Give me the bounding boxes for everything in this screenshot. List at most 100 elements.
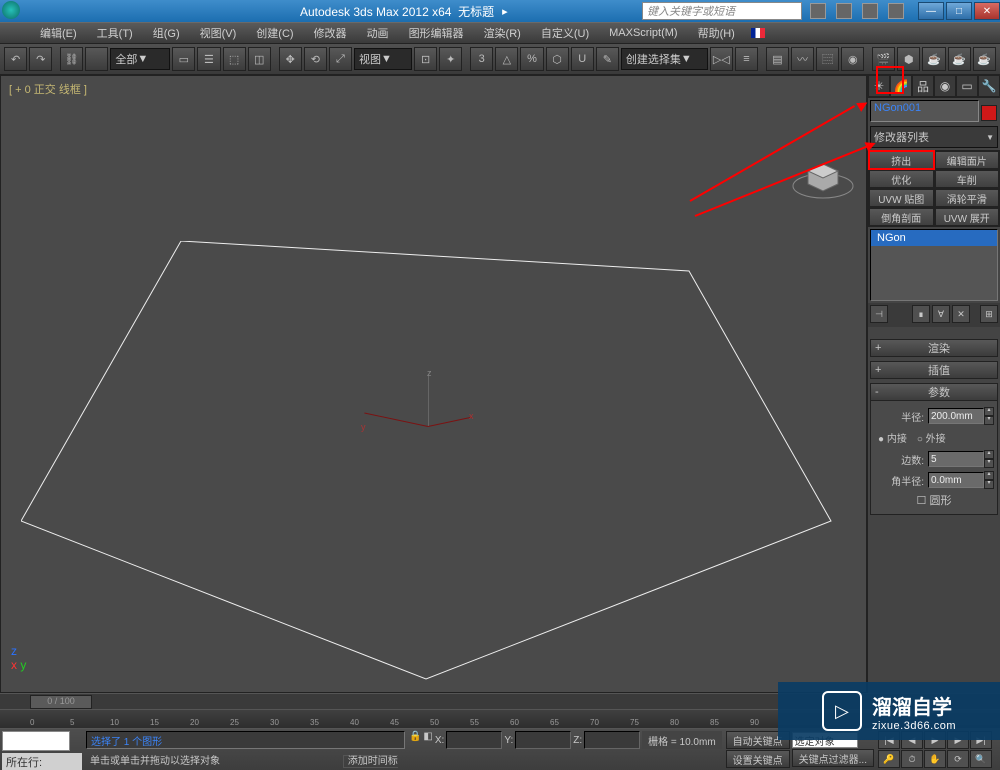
material-button[interactable]: ◉ [841,47,864,71]
tab-display[interactable]: ▭ [956,75,978,97]
rotate-button[interactable]: ⟲ [304,47,327,71]
modifier-list-dropdown[interactable]: 修改器列表 [870,126,998,148]
menu-view[interactable]: 视图(V) [190,23,247,43]
corner-input[interactable] [928,472,984,488]
undo-button[interactable]: ↶ [4,47,27,71]
spinner-snap-button[interactable]: ⬡ [546,47,569,71]
help-icon[interactable] [810,3,826,19]
isolate-icon[interactable]: ◧ [423,731,432,749]
rollup-render[interactable]: 渲染 [870,339,998,357]
radius-input[interactable] [928,408,984,424]
menu-create[interactable]: 创建(C) [246,23,303,43]
star-icon[interactable] [836,3,852,19]
ngon-shape[interactable] [21,241,841,701]
modifier-stack[interactable]: NGon [870,229,998,301]
align-button[interactable]: ≡ [735,47,758,71]
setkey-button[interactable]: 设置关键点 [726,750,790,768]
viewcube[interactable] [788,136,858,206]
show-end-button[interactable]: ∎ [912,305,930,323]
scale-button[interactable]: ⤢ [329,47,352,71]
menu-modifier[interactable]: 修改器 [304,23,357,43]
tab-create[interactable]: ✳ [868,75,890,97]
sides-input[interactable] [928,451,984,467]
close-button[interactable]: ✕ [974,2,1000,20]
bevel-profile-button[interactable]: 倒角剖面 [869,208,934,226]
menu-group[interactable]: 组(G) [143,23,190,43]
sides-down[interactable]: ▾ [984,459,994,468]
magnet-button[interactable]: U [571,47,594,71]
tab-modify[interactable]: 🌈 [890,75,912,97]
time-config-button[interactable]: ⏱ [901,750,923,768]
link-button[interactable]: ⛓ [60,47,83,71]
key-mode-button[interactable]: 🔑 [878,750,900,768]
menu-grapheditor[interactable]: 图形编辑器 [399,23,474,43]
select-region-button[interactable]: ⬚ [223,47,246,71]
menu-maxscript[interactable]: MAXScript(M) [599,25,687,41]
corner-up[interactable]: ▴ [984,471,994,480]
search-input[interactable]: 键入关键字或短语 [642,2,802,20]
configure-button[interactable]: ⊞ [980,305,998,323]
percent-snap-button[interactable]: % [520,47,543,71]
pivot-button[interactable]: ⊡ [414,47,437,71]
mirror-button[interactable]: ▷◁ [710,47,733,71]
unlink-button[interactable] [85,47,108,71]
maximize-button[interactable]: □ [946,2,972,20]
optimize-button[interactable]: 优化 [869,170,934,188]
menu-tools[interactable]: 工具(T) [87,23,143,43]
circular-checkbox[interactable]: 圆形 [917,492,952,508]
extrude-button[interactable]: 挤出 [869,151,934,169]
stack-item-ngon[interactable]: NGon [871,230,997,246]
z-input[interactable] [584,731,640,749]
filter-dropdown[interactable]: 全部 ▼ [110,48,170,70]
refcoord-dropdown[interactable]: 视图 ▼ [354,48,412,70]
minimize-button[interactable]: — [918,2,944,20]
viewport[interactable]: [ + 0 正交 线框 ] z x y zx y [0,75,867,693]
schematic-button[interactable]: ⿳ [816,47,839,71]
menu-anim[interactable]: 动画 [357,23,399,43]
nav-pan-button[interactable]: ✋ [924,750,946,768]
menu-edit[interactable]: 编辑(E) [30,23,87,43]
curve-editor-button[interactable]: 〰 [791,47,814,71]
window-crossing-button[interactable]: ◫ [248,47,271,71]
rollup-params[interactable]: 参数 [870,383,998,401]
make-unique-button[interactable]: ∀ [932,305,950,323]
up-icon[interactable] [888,3,904,19]
x-input[interactable] [446,731,502,749]
nav-orbit-button[interactable]: ⟳ [947,750,969,768]
layer-button[interactable]: ▤ [766,47,789,71]
lathe-button[interactable]: 车削 [935,170,1000,188]
rollup-interp[interactable]: 插值 [870,361,998,379]
teapot2-button[interactable]: ☕ [973,47,996,71]
move-button[interactable]: ✥ [279,47,302,71]
pin-stack-button[interactable]: ⊣ [870,305,888,323]
circumscribed-radio[interactable]: 外接 [917,430,946,445]
y-input[interactable] [515,731,571,749]
select-button[interactable]: ▭ [172,47,195,71]
tab-motion[interactable]: ◉ [934,75,956,97]
info-icon[interactable] [862,3,878,19]
edit-named-button[interactable]: ✎ [596,47,619,71]
object-name-field[interactable]: NGon001 [870,100,979,122]
title-arrow-icon[interactable]: ▸ [502,5,508,18]
corner-down[interactable]: ▾ [984,480,994,489]
tab-hierarchy[interactable]: 品 [912,75,934,97]
snap-button[interactable]: 3 [470,47,493,71]
named-set-dropdown[interactable]: 创建选择集 ▼ [621,48,708,70]
radius-up[interactable]: ▴ [984,407,994,416]
menu-custom[interactable]: 自定义(U) [531,23,599,43]
key-filter-button[interactable]: 关键点过滤器... [792,749,874,767]
select-name-button[interactable]: ☰ [197,47,220,71]
menu-render[interactable]: 渲染(R) [474,23,531,43]
tab-utilities[interactable]: 🔧 [978,75,1000,97]
redo-button[interactable]: ↷ [29,47,52,71]
inscribed-radio[interactable]: 内接 [878,430,907,445]
sides-up[interactable]: ▴ [984,450,994,459]
teapot-render-button[interactable]: ☕ [948,47,971,71]
lock-icon[interactable]: 🔒 [409,731,421,749]
render-setup-button[interactable]: 🎬 [872,47,895,71]
nav-zoom-button[interactable]: 🔍 [970,750,992,768]
remove-mod-button[interactable]: ✕ [952,305,970,323]
radius-down[interactable]: ▾ [984,416,994,425]
object-color-button[interactable] [981,105,997,121]
render-frame-button[interactable]: ⬢ [897,47,920,71]
